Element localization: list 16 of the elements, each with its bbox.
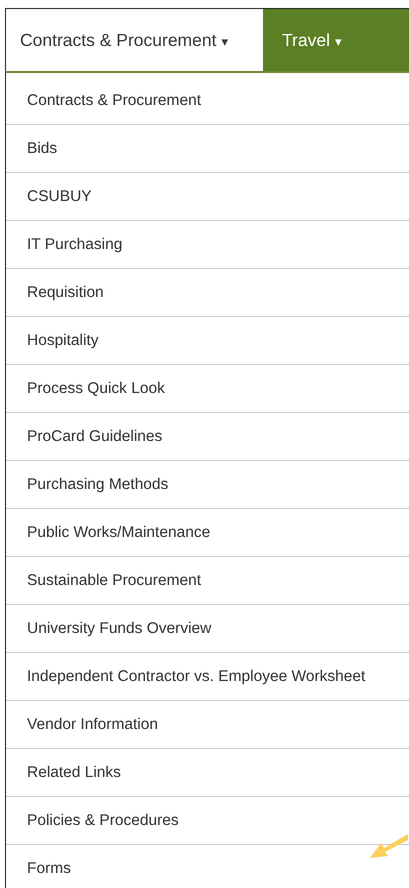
menu-item[interactable]: Requisition [6,269,409,317]
menu-item[interactable]: Related Links [6,749,409,797]
menu-item[interactable]: Purchasing Methods [6,461,409,509]
menu-item[interactable]: Independent Contractor vs. Employee Worksheet [6,653,409,701]
menu-item[interactable]: Public Works/Maintenance [6,509,409,557]
nav-tab[interactable]: Travel ▾ [263,9,409,71]
menu-item[interactable]: Contracts & Procurement [6,77,409,125]
menu-item[interactable]: IT Purchasing [6,221,409,269]
menu-item[interactable]: Hospitality [6,317,409,365]
menu-item[interactable]: CSUBUY [6,173,409,221]
menu-item[interactable]: Vendor Information [6,701,409,749]
menu-item[interactable]: Sustainable Procurement [6,557,409,605]
menu-item[interactable]: Bids [6,125,409,173]
menu-item[interactable]: ProCard Guidelines [6,413,409,461]
menu-item[interactable]: University Funds Overview [6,605,409,653]
menu-item[interactable]: Process Quick Look [6,365,409,413]
